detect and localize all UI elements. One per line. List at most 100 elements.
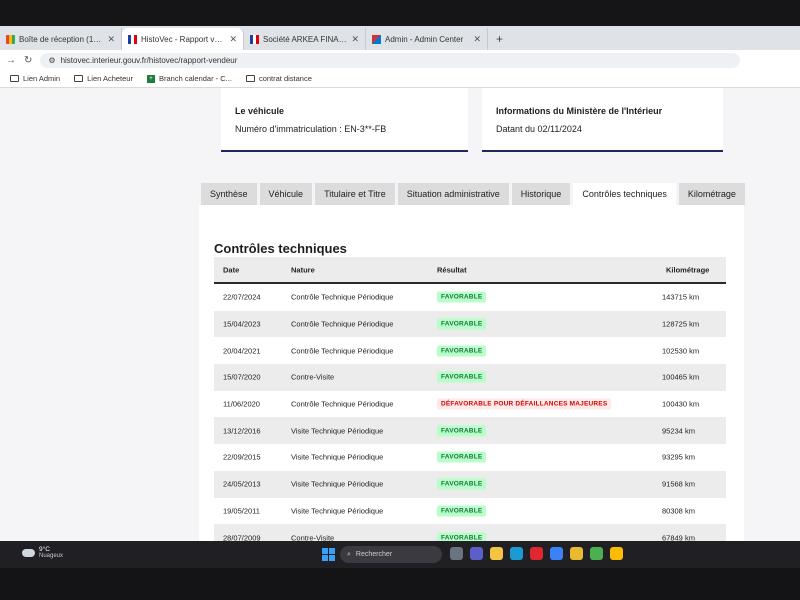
ministry-card-title: Informations du Ministère de l'Intérieur <box>496 106 663 116</box>
browser-tab-histovec[interactable]: HistoVec - Rapport vendeur ✕ <box>122 28 244 50</box>
monitor-bezel-top <box>0 0 800 26</box>
cell-nature: Contrôle Technique Périodique <box>291 399 394 409</box>
table-body: 22/07/2024 Contrôle Technique Périodique F… <box>214 284 726 541</box>
bookmark-label: Branch calendar - C... <box>158 74 232 83</box>
cell-date: 24/05/2013 <box>223 479 261 489</box>
tab-label: Admin - Admin Center <box>385 34 464 44</box>
bookmark-contrat-distance[interactable]: contrat distance <box>245 74 312 83</box>
bookmarks-bar: Lien Admin Lien Acheteur + Branch calend… <box>0 70 800 88</box>
folder-icon <box>74 75 84 82</box>
cell-nature: Contre-Visite <box>291 533 335 541</box>
cell-date: 19/05/2011 <box>223 506 260 516</box>
browser-tab-bar: Boîte de réception (1 543) - yan ✕ Histo… <box>0 26 800 50</box>
table-row: 24/05/2013 Visite Technique Périodique FAV… <box>214 470 726 498</box>
admin-center-icon <box>372 34 381 44</box>
cell-km: 95234 km <box>662 426 695 436</box>
cell-km: 143715 km <box>662 292 700 302</box>
browser-tab-admin[interactable]: Admin - Admin Center ✕ <box>366 28 488 50</box>
tab-historique[interactable]: Historique <box>511 183 571 205</box>
chrome-icon[interactable] <box>590 547 603 560</box>
french-flag-icon <box>250 34 259 44</box>
result-badge: DÉFAVORABLE POUR DÉFAILLANCES MAJEURES <box>437 398 612 410</box>
edge-icon[interactable] <box>510 547 523 560</box>
result-badge: FAVORABLE <box>437 478 487 490</box>
close-icon[interactable]: ✕ <box>107 34 115 45</box>
browser-tab-gmail[interactable]: Boîte de réception (1 543) - yan ✕ <box>0 28 122 50</box>
bookmark-label: Lien Acheteur <box>87 74 133 83</box>
tab-kilometrage[interactable]: Kilométrage <box>678 183 745 205</box>
result-badge: FAVORABLE <box>437 532 487 541</box>
close-icon[interactable]: ✕ <box>351 34 359 45</box>
cell-date: 22/09/2015 <box>223 452 261 462</box>
vehicle-card: Le véhicule Numéro d'immatriculation : E… <box>221 88 468 152</box>
cell-nature: Contrôle Technique Périodique <box>291 292 394 302</box>
registration-number: Numéro d'immatriculation : EN-3**-FB <box>235 124 387 134</box>
taskbar: 9°C Nuageux ⌕ Rechercher <box>0 541 800 568</box>
cell-nature: Contrôle Technique Périodique <box>291 319 394 329</box>
cell-date: 15/07/2020 <box>223 372 261 382</box>
cell-km: 80308 km <box>662 506 695 516</box>
cell-nature: Contrôle Technique Périodique <box>291 346 394 356</box>
tab-synthese[interactable]: Synthèse <box>201 183 257 205</box>
page-content: Le véhicule Numéro d'immatriculation : E… <box>0 88 800 541</box>
url-field[interactable]: ⚙ histovec.interieur.gouv.fr/histovec/ra… <box>40 52 741 68</box>
tab-panel: Contrôles techniques Date Nature Résulta… <box>199 205 744 541</box>
folder-icon[interactable] <box>570 547 583 560</box>
cell-km: 100430 km <box>662 399 700 409</box>
table-row: 13/12/2016 Visite Technique Périodique FAV… <box>214 417 726 445</box>
cell-nature: Visite Technique Périodique <box>291 452 384 462</box>
cell-date: 20/04/2021 <box>223 346 261 356</box>
bookmark-lien-admin[interactable]: Lien Admin <box>10 74 60 83</box>
table-row: 19/05/2011 Visite Technique Périodique FAV… <box>214 498 726 525</box>
new-tab-plus-icon[interactable]: + <box>488 32 511 50</box>
browser-tab-arkea[interactable]: Société ARKEA FINANCEMENTS ✕ <box>244 28 366 50</box>
tab-label: HistoVec - Rapport vendeur <box>141 34 225 44</box>
close-icon[interactable]: ✕ <box>473 34 481 45</box>
result-badge: FAVORABLE <box>437 425 487 437</box>
tab-titulaire-titre[interactable]: Titulaire et Titre <box>315 183 395 205</box>
site-settings-icon[interactable]: ⚙ <box>48 56 55 65</box>
tab-situation-administrative[interactable]: Situation administrative <box>397 183 509 205</box>
file-explorer-icon[interactable] <box>490 547 503 560</box>
bookmark-lien-acheteur[interactable]: Lien Acheteur <box>74 74 133 83</box>
header-nature: Nature <box>291 265 315 274</box>
store-icon[interactable] <box>550 547 563 560</box>
bookmark-branch-calendar[interactable]: + Branch calendar - C... <box>146 74 232 83</box>
header-result: Résultat <box>437 265 467 274</box>
folder-icon <box>10 75 19 82</box>
tab-vehicule[interactable]: Véhicule <box>259 183 313 205</box>
header-km: Kilométrage <box>666 265 710 274</box>
table-row: 28/07/2009 Contre-Visite FAVORABLE 67849 km <box>214 524 726 541</box>
tab-controles-techniques[interactable]: Contrôles techniques <box>573 183 676 205</box>
weather-temp: 9°C <box>39 546 50 553</box>
cell-date: 22/07/2024 <box>223 292 261 302</box>
cell-km: 67849 km <box>662 533 695 541</box>
close-icon[interactable]: ✕ <box>229 34 237 45</box>
opera-icon[interactable] <box>530 547 543 560</box>
table-row: 20/04/2021 Contrôle Technique Périodique F… <box>214 337 726 364</box>
ministry-card: Informations du Ministère de l'Intérieur… <box>482 88 723 152</box>
ministry-date: Datant du 02/11/2024 <box>496 124 582 134</box>
teams-icon[interactable] <box>470 547 483 560</box>
cell-nature: Visite Technique Périodique <box>291 479 384 489</box>
back-arrow-icon[interactable]: → <box>6 55 16 66</box>
cell-date: 28/07/2009 <box>223 533 261 541</box>
report-tabs: Synthèse Véhicule Titulaire et Titre Sit… <box>201 183 745 205</box>
weather-widget[interactable]: 9°C Nuageux <box>22 546 63 560</box>
task-view-icon[interactable] <box>450 547 463 560</box>
table-row: 15/04/2023 Contrôle Technique Périodique F… <box>214 310 726 338</box>
reload-icon[interactable]: ↻ <box>24 55 32 66</box>
windows-start-icon[interactable] <box>322 548 335 561</box>
inspections-table: Date Nature Résultat Kilométrage 22/07/2… <box>214 257 726 541</box>
weather-desc: Nuageux <box>39 553 64 559</box>
chrome-alt-icon[interactable] <box>610 547 623 560</box>
table-row: 22/07/2024 Contrôle Technique Périodique F… <box>214 284 726 311</box>
table-row: 15/07/2020 Contre-Visite FAVORABLE 100465 k… <box>214 364 726 391</box>
taskbar-search[interactable]: ⌕ Rechercher <box>340 546 442 563</box>
spreadsheet-icon: + <box>146 74 155 83</box>
cloud-icon <box>22 549 35 557</box>
header-date: Date <box>223 265 240 274</box>
vehicle-card-title: Le véhicule <box>235 106 285 116</box>
cell-km: 100465 km <box>662 372 700 382</box>
url-text: histovec.interieur.gouv.fr/histovec/rapp… <box>60 55 238 65</box>
